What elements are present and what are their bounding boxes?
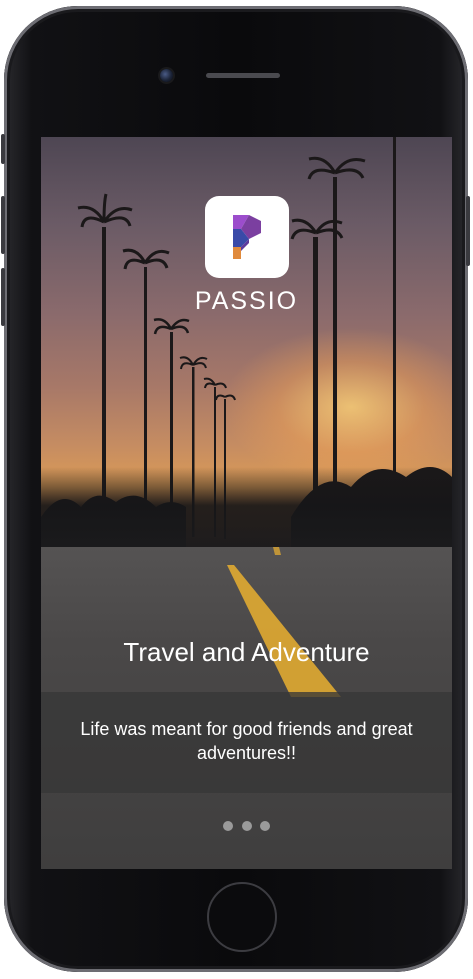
- volume-down-button: [1, 268, 5, 326]
- front-camera-icon: [160, 69, 173, 82]
- brand-name: PASSIO: [194, 287, 299, 315]
- onboarding-caption: Life was meant for good friends and grea…: [80, 719, 413, 763]
- page-dot-3[interactable]: [259, 821, 270, 831]
- power-button: [466, 196, 470, 266]
- earpiece-speaker-icon: [206, 73, 280, 78]
- silent-switch: [1, 134, 5, 164]
- page-dot-2[interactable]: [241, 821, 252, 831]
- page-dot-1[interactable]: [223, 821, 234, 831]
- passio-logo-icon: [205, 196, 289, 278]
- passio-p-mark: [233, 215, 261, 259]
- phone-frame: PASSIO Travel and Adventure Life was mea…: [1, 6, 470, 972]
- page-indicator[interactable]: [41, 818, 452, 836]
- home-button-icon[interactable]: [207, 882, 277, 952]
- onboarding-title: Travel and Adventure: [123, 637, 370, 667]
- onboarding-screen[interactable]: PASSIO Travel and Adventure Life was mea…: [41, 137, 452, 869]
- volume-up-button: [1, 196, 5, 254]
- caption-band: Life was meant for good friends and grea…: [41, 692, 452, 793]
